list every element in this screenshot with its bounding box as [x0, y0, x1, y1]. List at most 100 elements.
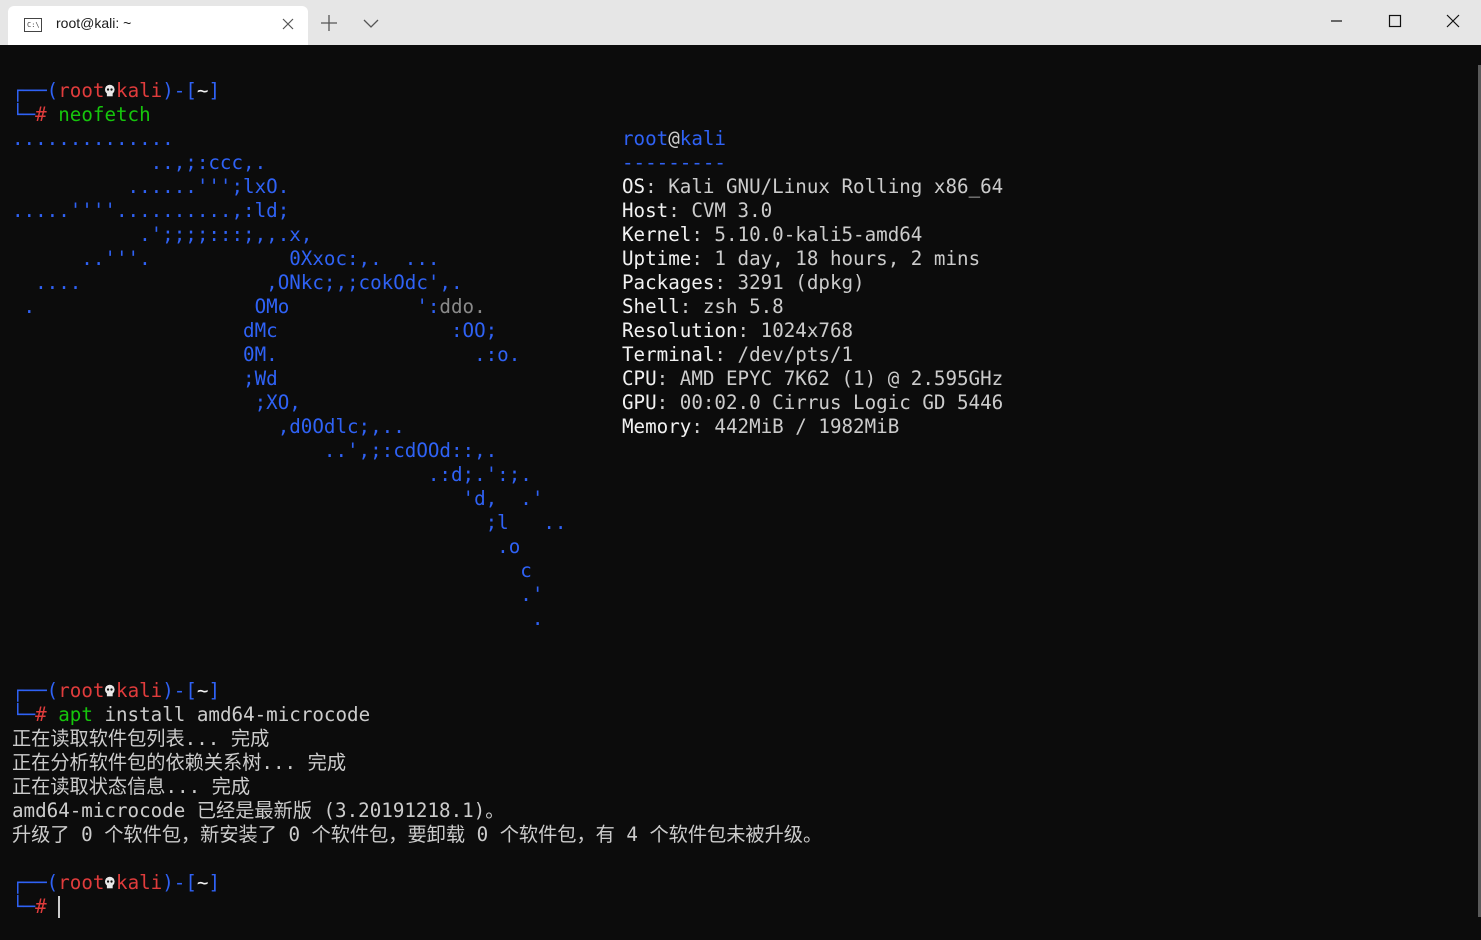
info-key: Packages — [622, 271, 715, 294]
tab-title: root@kali: ~ — [56, 15, 132, 31]
chevron-down-icon[interactable] — [360, 12, 382, 34]
info-user: root — [622, 127, 669, 150]
command-text: apt — [58, 703, 93, 726]
prompt-user: root — [58, 79, 105, 102]
prompt-path: ~ — [196, 79, 209, 102]
info-row: GPU: 00:02.0 Cirrus Logic GD 5446 — [622, 391, 1004, 414]
prompt-host: kali — [116, 871, 163, 894]
command-args: install amd64-microcode — [92, 703, 371, 726]
info-row: CPU: AMD EPYC 7K62 (1) @ 2.595GHz — [622, 367, 1004, 390]
info-value: Kali GNU/Linux Rolling x86_64 — [668, 175, 1004, 198]
info-row: Resolution: 1024x768 — [622, 319, 854, 342]
input-line[interactable]: └─# — [12, 895, 47, 919]
prompt-line: ┌──(root kali)-[~] — [12, 79, 220, 103]
prompt-path: ~ — [196, 679, 209, 702]
info-row: Packages: 3291 (dpkg) — [622, 271, 865, 294]
logo-line: ;XO, — [12, 391, 301, 414]
output-line: 升级了 0 个软件包，新安装了 0 个软件包，要卸载 0 个软件包，有 4 个软… — [12, 823, 823, 846]
logo-line: .............. — [12, 127, 174, 150]
prompt-line: ┌──(root kali)-[~] — [12, 871, 220, 895]
prompt-symbol: # — [35, 895, 47, 918]
skull-icon — [105, 684, 116, 697]
info-key: Kernel — [622, 223, 692, 246]
prompt-close: ] — [208, 871, 221, 894]
prompt-host: kali — [116, 679, 163, 702]
maximize-button[interactable] — [1366, 0, 1424, 45]
info-key: OS — [622, 175, 646, 198]
prompt-prefix: └─ — [12, 895, 36, 918]
prompt-path: ~ — [196, 871, 209, 894]
logo-line: ..'''. 0Xxoc:,. ... — [12, 247, 440, 270]
info-value: 442MiB / 1982MiB — [714, 415, 900, 438]
prompt-mid: )-[ — [162, 679, 197, 702]
prompt-symbol: # — [35, 103, 47, 126]
prompt-user: root — [58, 679, 105, 702]
prompt-line: ┌──(root kali)-[~] — [12, 679, 220, 703]
logo-line: .....''''..........,:ld; — [12, 199, 290, 222]
info-title: root@kali — [622, 127, 726, 151]
info-row: Host: CVM 3.0 — [622, 199, 773, 222]
logo-line: . OMo ':ddo. — [12, 295, 486, 319]
prompt-close: ] — [208, 679, 221, 702]
logo-segment: . OMo ': — [12, 295, 440, 318]
logo-line: 'd, .' — [12, 487, 544, 510]
info-row: Kernel: 5.10.0-kali5-amd64 — [622, 223, 923, 246]
prompt-mid: )-[ — [162, 871, 197, 894]
output-line: 正在读取状态信息... 完成 — [12, 775, 251, 798]
output-line: amd64-microcode 已经是最新版 (3.20191218.1)。 — [12, 799, 505, 822]
logo-segment: ddo. — [439, 295, 486, 318]
info-key: Resolution — [622, 319, 738, 342]
logo-line: ;l .. — [12, 511, 567, 534]
console-icon: C:\ — [24, 18, 42, 32]
prompt-prefix: └─ — [12, 703, 36, 726]
info-value: 1024x768 — [760, 319, 854, 342]
logo-line: dMc :OO; — [12, 319, 498, 342]
command-text: neofetch — [58, 103, 151, 126]
skull-icon — [105, 876, 116, 889]
logo-line: .';;;;:::;,,.x, — [12, 223, 313, 246]
info-at: @ — [668, 127, 680, 150]
info-key: Uptime — [622, 247, 692, 270]
command-line: └─# apt install amd64-microcode — [12, 703, 370, 727]
prompt-symbol: # — [35, 703, 47, 726]
text-cursor — [58, 896, 60, 918]
output-line: 正在读取软件包列表... 完成 — [12, 727, 270, 750]
output-line: 正在分析软件包的依赖关系树... 完成 — [12, 751, 347, 774]
info-value: 1 day, 18 hours, 2 mins — [714, 247, 981, 270]
info-key: Terminal — [622, 343, 715, 366]
logo-line: ......''';lxO. — [12, 175, 290, 198]
info-key: Host — [622, 199, 669, 222]
logo-line: ;Wd — [12, 367, 278, 390]
close-tab-icon[interactable] — [278, 14, 298, 34]
prompt-close: ] — [208, 79, 221, 102]
info-value: /dev/pts/1 — [737, 343, 854, 366]
prompt-user: root — [58, 871, 105, 894]
logo-line: .... ,ONkc;,;cokOdc',. — [12, 271, 463, 294]
info-host: kali — [679, 127, 726, 150]
prompt-host: kali — [116, 79, 163, 102]
info-key: Memory — [622, 415, 692, 438]
command-line: └─# neofetch — [12, 103, 151, 127]
terminal-output[interactable]: ┌──(root kali)-[~] └─# neofetch .........… — [0, 45, 1481, 940]
logo-line: .:d;.':;. — [12, 463, 532, 486]
logo-line: c — [12, 559, 532, 582]
logo-line: ,d0Odlc;,.. — [12, 415, 405, 438]
info-separator: --------- — [622, 151, 726, 174]
logo-line: . — [12, 607, 544, 630]
new-tab-icon[interactable] — [318, 12, 340, 34]
terminal-tab[interactable]: C:\ root@kali: ~ — [8, 6, 308, 45]
title-bar: C:\ root@kali: ~ — [0, 0, 1481, 45]
logo-line: ..,;:ccc,. — [12, 151, 267, 174]
prompt-mid: )-[ — [162, 79, 197, 102]
close-window-button[interactable] — [1424, 0, 1481, 45]
skull-icon — [105, 84, 116, 97]
info-value: AMD EPYC 7K62 (1) @ 2.595GHz — [679, 367, 1004, 390]
minimize-button[interactable] — [1307, 0, 1365, 45]
info-row: Shell: zsh 5.8 — [622, 295, 784, 318]
info-row: Uptime: 1 day, 18 hours, 2 mins — [622, 247, 981, 270]
logo-line: .o — [12, 535, 521, 558]
prompt-open: ┌──( — [12, 871, 59, 894]
info-key: Shell — [622, 295, 680, 318]
info-value: zsh 5.8 — [702, 295, 784, 318]
info-value: CVM 3.0 — [691, 199, 773, 222]
